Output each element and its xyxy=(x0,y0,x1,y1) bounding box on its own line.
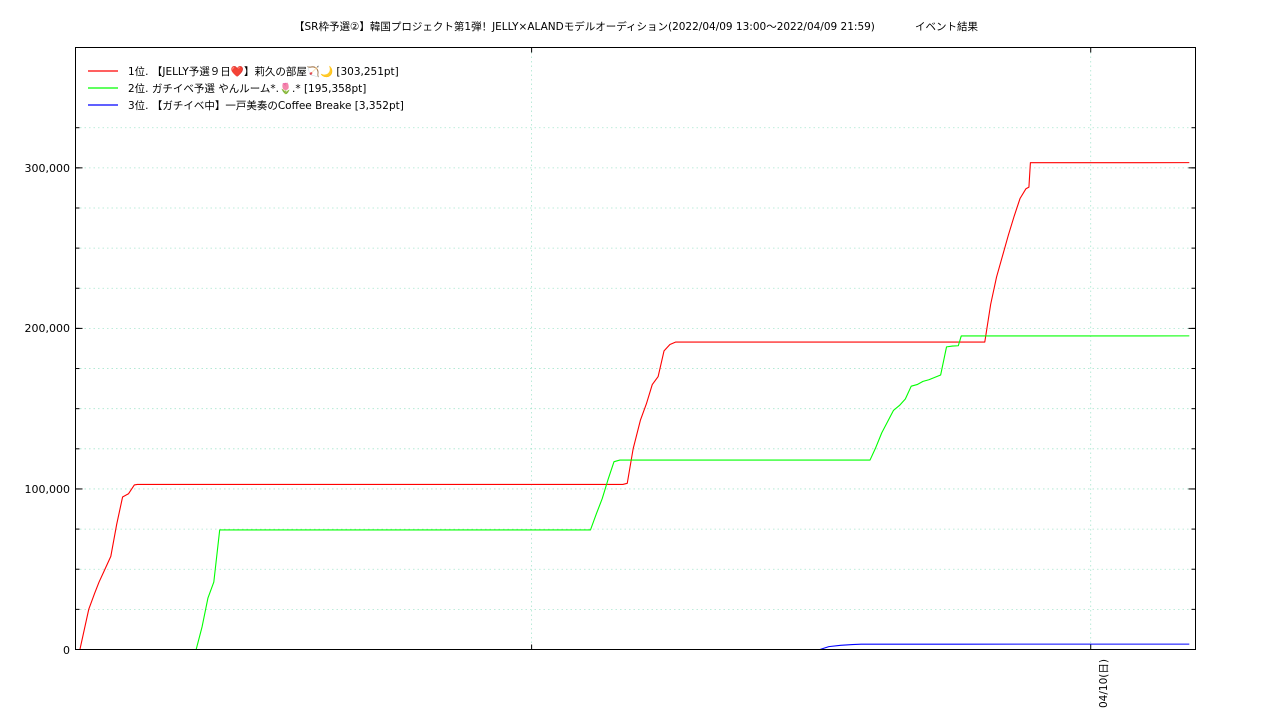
y-tick-label: 0 xyxy=(63,644,70,657)
legend-label-series-2: 2位. ガチイベ予選 やんルーム*.🌷.* [195,358pt] xyxy=(128,82,366,95)
y-tick-label: 100,000 xyxy=(25,483,71,496)
chart-area: 【SR枠予選②】韓国プロジェクト第1弾！JELLY×ALANDモデルオーディショ… xyxy=(0,0,1280,720)
chart-title-gap xyxy=(875,21,915,33)
legend-label-series-3: 3位. 【ガチイベ中】一戸美奏のCoffee Breake [3,352pt] xyxy=(128,99,404,112)
legend-label-series-1: 1位. 【JELLY予選９日❤️】莉久の部屋🏹🌙 [303,251pt] xyxy=(128,65,399,78)
chart-title-line: 【SR枠予選②】韓国プロジェクト第1弾！JELLY×ALANDモデルオーディショ… xyxy=(294,20,978,33)
y-tick-label: 300,000 xyxy=(25,162,71,175)
y-tick-label: 200,000 xyxy=(25,322,71,335)
chart-title: 【SR枠予選②】韓国プロジェクト第1弾！JELLY×ALANDモデルオーディショ… xyxy=(294,20,875,33)
line-chart: 【SR枠予選②】韓国プロジェクト第1弾！JELLY×ALANDモデルオーディショ… xyxy=(0,0,1280,720)
legend: 1位. 【JELLY予選９日❤️】莉久の部屋🏹🌙 [303,251pt] 2位.… xyxy=(88,65,404,112)
x-tick-label: 04/10(日) xyxy=(1098,659,1110,708)
chart-subtitle: イベント結果 xyxy=(915,20,978,33)
